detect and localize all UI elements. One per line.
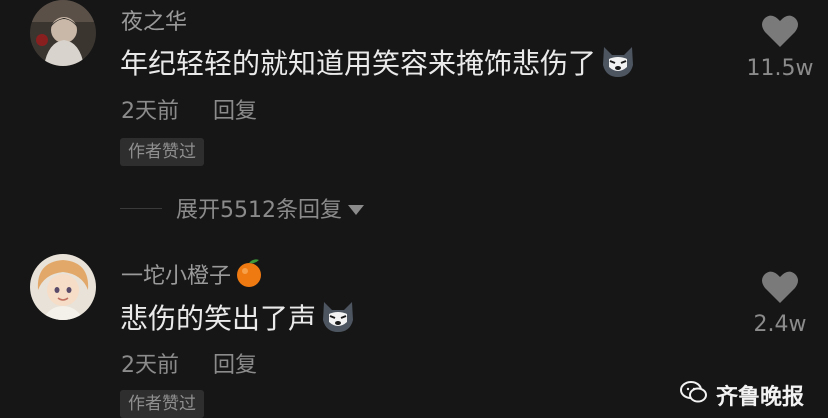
wechat-icon	[679, 380, 708, 410]
like-button[interactable]: 11.5w	[735, 14, 825, 81]
comment-time: 2天前	[121, 353, 179, 378]
comment-time: 2天前	[121, 99, 179, 124]
comment-meta: 2天前 回复	[121, 347, 257, 379]
comment-text: 悲伤的笑出了声	[120, 302, 317, 335]
like-count: 2.4w	[753, 312, 807, 337]
comment-username[interactable]: 夜之华	[121, 4, 187, 36]
avatar[interactable]	[30, 0, 96, 66]
caret-down-icon[interactable]	[348, 196, 364, 221]
orange-emoji-icon	[235, 258, 263, 294]
avatar[interactable]	[30, 254, 96, 320]
comment-meta: 2天前 回复	[121, 93, 257, 125]
heart-icon[interactable]	[761, 271, 799, 308]
comment-text: 年纪轻轻的就知道用笑容来掩饰悲伤了	[120, 47, 597, 80]
username-text[interactable]: 一坨小橙子	[121, 264, 231, 289]
comment-username[interactable]: 一坨小橙子	[121, 258, 263, 294]
author-liked-badge: 作者赞过	[120, 138, 204, 166]
watermark-text: 齐鲁晚报	[715, 385, 804, 410]
comment-item: 夜之华 年纪轻轻的就知道用笑容来掩饰悲伤了 2天前 回复 作者赞过 11.5w	[0, 0, 828, 170]
wolf-emoji-icon	[320, 300, 356, 341]
comment-content: 悲伤的笑出了声	[120, 297, 356, 341]
comment-content: 年纪轻轻的就知道用笑容来掩饰悲伤了	[120, 42, 636, 86]
author-liked-badge: 作者赞过	[120, 390, 204, 418]
heart-icon[interactable]	[761, 15, 799, 52]
reply-button[interactable]: 回复	[213, 353, 257, 378]
wolf-emoji-icon	[600, 45, 636, 86]
expand-replies-button[interactable]: 展开5512条回复	[120, 192, 364, 224]
reply-button[interactable]: 回复	[213, 99, 257, 124]
expand-replies-label[interactable]: 展开5512条回复	[176, 192, 342, 224]
divider	[120, 207, 162, 209]
like-count: 11.5w	[746, 56, 814, 81]
like-button[interactable]: 2.4w	[735, 270, 825, 337]
watermark: 齐鲁晚报	[679, 379, 804, 411]
